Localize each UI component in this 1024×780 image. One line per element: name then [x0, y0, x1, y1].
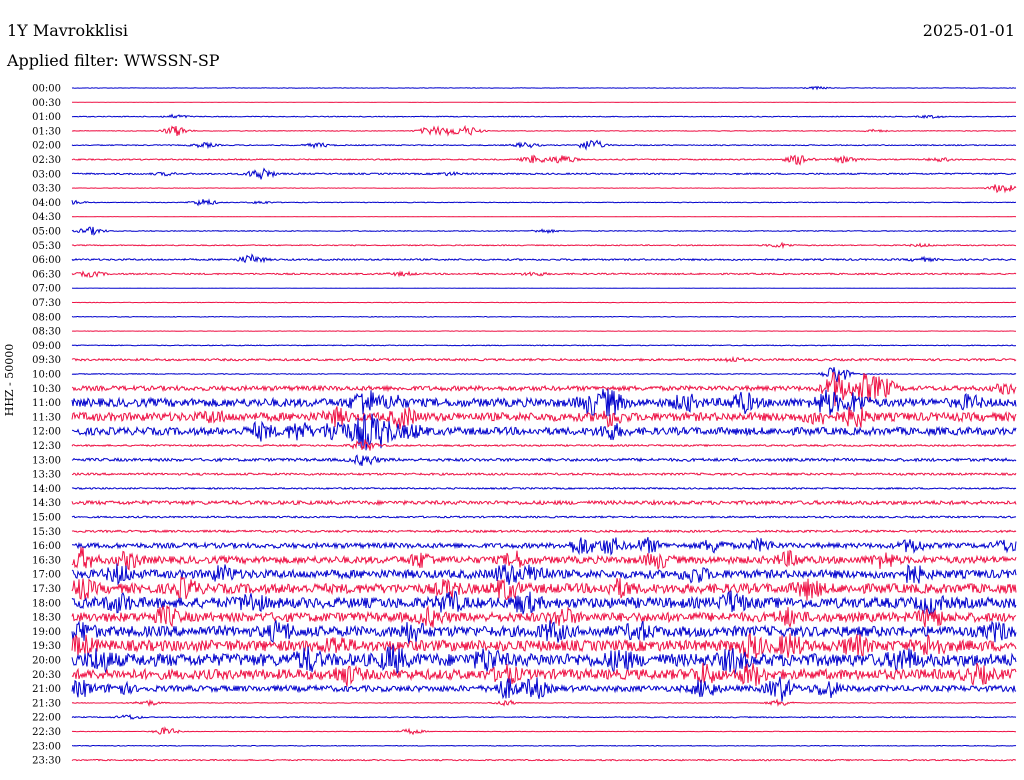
trace-line	[71, 563, 1017, 586]
time-tick-label: 12:00	[32, 427, 61, 438]
trace-line	[71, 139, 1017, 151]
time-tick-label: 10:30	[32, 384, 61, 395]
trace-line	[71, 253, 1017, 264]
trace-line	[71, 270, 1017, 278]
trace-line	[71, 698, 1016, 707]
time-tick-label: 10:00	[32, 370, 61, 381]
time-tick-label: 01:00	[32, 112, 61, 123]
time-tick-label: 23:30	[32, 756, 61, 767]
trace-line	[71, 529, 1017, 534]
trace-line	[71, 241, 1017, 250]
time-tick-label: 00:30	[32, 98, 61, 109]
time-tick-label: 08:30	[32, 327, 61, 338]
trace-line	[71, 198, 1017, 207]
time-tick-label: 12:30	[32, 441, 61, 452]
time-tick-label: 04:00	[32, 198, 61, 209]
time-tick-label: 05:30	[32, 241, 61, 252]
trace-line	[71, 315, 1017, 318]
time-tick-label: 19:00	[32, 627, 61, 638]
trace-line	[71, 154, 1017, 166]
time-tick-label: 04:30	[32, 212, 61, 223]
time-tick-label: 17:00	[32, 570, 61, 581]
time-tick-label: 11:00	[32, 398, 61, 409]
helicorder-plot: 00:00 00:30 01:00 01:30 02:00 02:30 03:00 03:30…	[32, 84, 1017, 767]
time-tick-label: 05:00	[32, 227, 61, 238]
time-tick-label: 11:30	[32, 412, 61, 423]
time-tick-label: 02:00	[32, 141, 61, 152]
trace-line	[71, 113, 1017, 119]
trace-line	[71, 758, 1016, 762]
time-tick-label: 09:30	[32, 355, 61, 366]
time-tick-label: 01:30	[32, 126, 61, 137]
time-tick-label: 19:30	[32, 641, 61, 652]
time-tick-label: 15:30	[32, 527, 61, 538]
time-tick-label: 18:00	[32, 598, 61, 609]
time-tick-label: 16:30	[32, 555, 61, 566]
time-tick-label: 21:00	[32, 684, 61, 695]
trace-line	[71, 355, 1017, 363]
trace-line	[71, 644, 1017, 675]
trace-line	[71, 499, 1017, 507]
time-tick-label: 07:30	[32, 298, 61, 309]
time-tick-label: 23:00	[32, 741, 61, 752]
time-tick-label: 14:00	[32, 484, 61, 495]
time-tick-label: 00:00	[32, 84, 61, 95]
time-tick-label: 21:30	[32, 698, 61, 709]
trace-line	[71, 714, 1017, 720]
trace-line	[71, 486, 1017, 490]
trace-line	[71, 124, 1017, 137]
time-tick-label: 22:30	[32, 727, 61, 738]
trace-line	[71, 167, 1017, 180]
trace-line	[71, 454, 1017, 467]
trace-line	[71, 547, 1017, 571]
trace-line	[71, 439, 1017, 451]
time-tick-label: 20:00	[32, 656, 61, 667]
trace-line	[71, 85, 1017, 91]
trace-line	[71, 726, 1016, 736]
time-tick-label: 22:00	[32, 713, 61, 724]
time-tick-label: 06:00	[32, 255, 61, 266]
time-tick-label: 03:00	[32, 169, 61, 180]
time-tick-label: 18:30	[32, 613, 61, 624]
trace-line	[71, 575, 1017, 601]
trace-line	[71, 662, 1017, 687]
trace-line	[71, 226, 1017, 236]
trace-line	[71, 344, 1017, 347]
trace-line	[71, 184, 1017, 194]
trace-line	[71, 744, 1017, 747]
time-tick-label: 02:30	[32, 155, 61, 166]
time-tick-label: 03:30	[32, 184, 61, 195]
trace-line	[72, 536, 1017, 556]
trace-line	[71, 515, 1017, 519]
trace-line	[71, 590, 1017, 617]
time-tick-label: 08:00	[32, 312, 61, 323]
time-tick-label: 17:30	[32, 584, 61, 595]
time-tick-label: 15:00	[32, 513, 61, 524]
time-tick-label: 13:30	[32, 470, 61, 481]
time-tick-label: 13:00	[32, 455, 61, 466]
trace-line	[71, 406, 1017, 430]
time-tick-label: 16:00	[32, 541, 61, 552]
trace-line	[71, 472, 1017, 477]
trace-line	[71, 620, 1017, 645]
trace-line	[71, 676, 1017, 702]
time-tick-label: 06:30	[32, 269, 61, 280]
time-tick-label: 14:30	[32, 498, 61, 509]
trace-line	[71, 604, 1017, 629]
time-tick-label: 07:00	[32, 284, 61, 295]
time-tick-label: 09:00	[32, 341, 61, 352]
time-tick-label: 20:30	[32, 670, 61, 681]
